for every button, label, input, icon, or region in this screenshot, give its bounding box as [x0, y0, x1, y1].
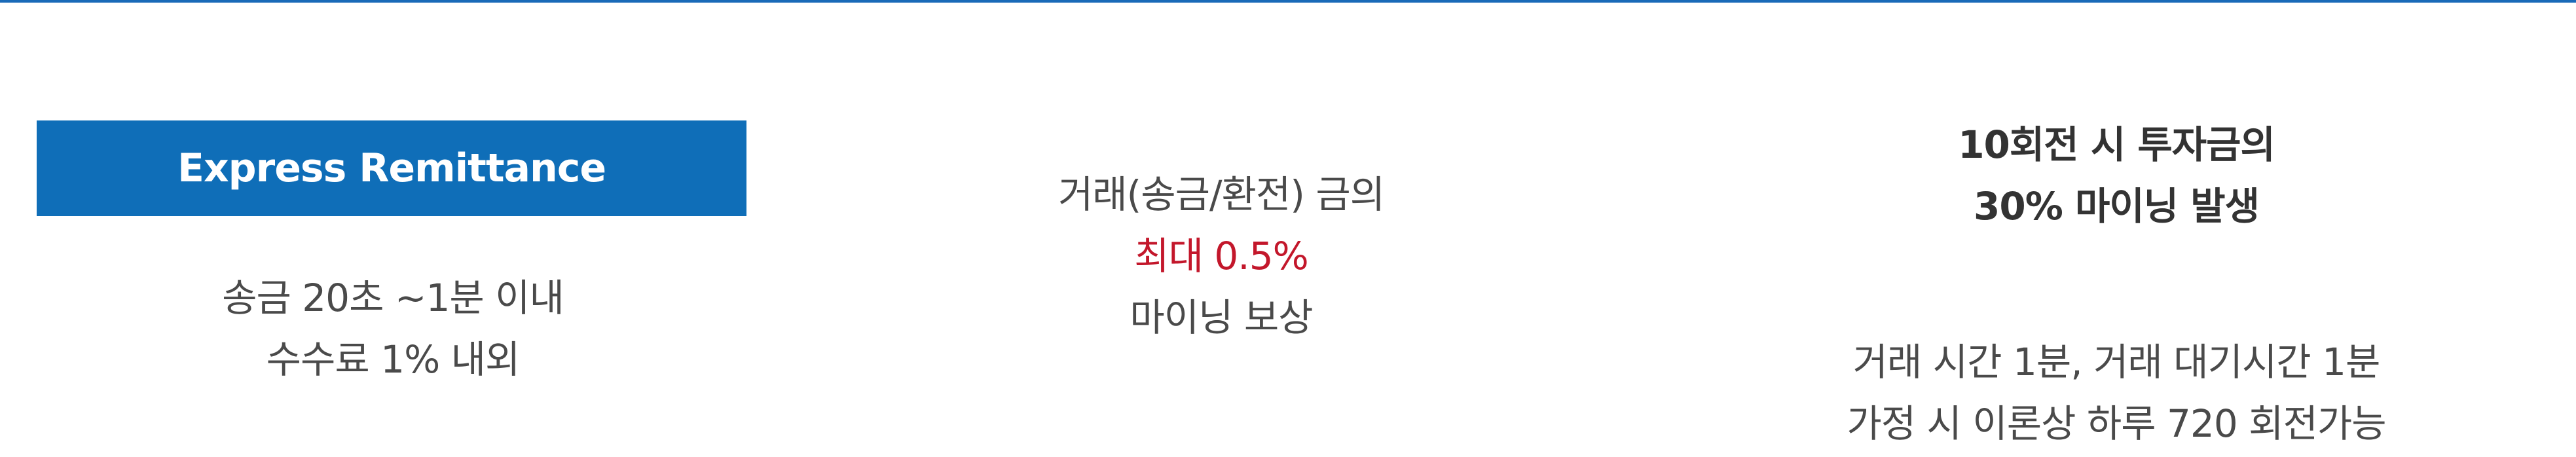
mining-reward-highlight: 최대 0.5%: [1134, 234, 1309, 278]
feature-column-express-remittance: Express Remittance 송금 20초 ~1분 이내 수수료 1% …: [0, 0, 786, 457]
rotation-mining-headline: 10회전 시 투자금의 30% 마이닝 발생: [1657, 114, 2576, 237]
rotation-body-line-2: 가정 시 이론상 하루 720 회전가능: [1847, 401, 2386, 446]
mining-reward-line-1: 거래(송금/환전) 금의: [1058, 172, 1385, 217]
feature-column-rotation-mining: 10회전 시 투자금의 30% 마이닝 발생 거래 시간 1분, 거래 대기시간…: [1657, 0, 2576, 457]
rotation-headline-line-2: 30% 마이닝 발생: [1973, 184, 2260, 228]
mining-reward-line-3: 마이닝 보상: [1130, 295, 1313, 340]
remittance-time-text: 송금 20초 ~1분 이내: [222, 276, 564, 320]
rotation-headline-line-1: 10회전 시 투자금의: [1958, 122, 2275, 167]
remittance-fee-text: 수수료 1% 내외: [266, 337, 521, 382]
rotation-mining-description: 거래 시간 1분, 거래 대기시간 1분 가정 시 이론상 하루 720 회전가…: [1657, 331, 2576, 454]
rotation-body-line-1: 거래 시간 1분, 거래 대기시간 1분: [1852, 340, 2381, 384]
express-remittance-badge: Express Remittance: [37, 120, 746, 216]
mining-reward-description: 거래(송금/환전) 금의 최대 0.5% 마이닝 보상: [786, 164, 1657, 348]
feature-column-mining-reward: 거래(송금/환전) 금의 최대 0.5% 마이닝 보상: [786, 0, 1657, 457]
express-remittance-description: 송금 20초 ~1분 이내 수수료 1% 내외: [0, 267, 786, 390]
